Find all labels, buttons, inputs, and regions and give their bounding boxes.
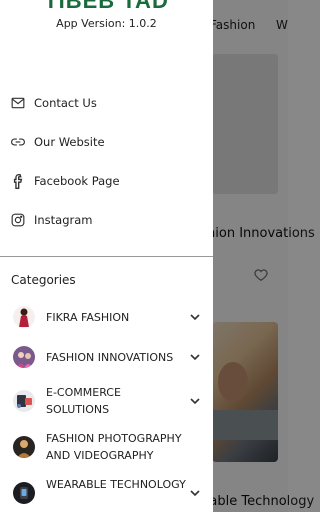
category-item-fikra-fashion[interactable]: FIKRA FASHION bbox=[0, 306, 213, 328]
categories-title: Categories bbox=[11, 273, 76, 287]
category-avatar bbox=[13, 482, 35, 504]
category-item-wearable-technology[interactable]: WEARABLE TECHNOLOGY bbox=[0, 476, 213, 510]
category-avatar bbox=[13, 436, 35, 458]
category-item-fashion-innovations[interactable]: FASHION INNOVATIONS bbox=[0, 346, 213, 368]
facebook-page-label: Facebook Page bbox=[34, 174, 120, 188]
app-name: TIBEB TAD bbox=[44, 0, 169, 13]
instagram-icon bbox=[11, 213, 25, 227]
category-label: FIKRA FASHION bbox=[46, 311, 130, 324]
contact-us-link[interactable]: Contact Us bbox=[0, 88, 213, 118]
link-icon bbox=[11, 135, 25, 149]
chevron-down-icon[interactable] bbox=[189, 395, 201, 407]
app-version: App Version: 1.0.2 bbox=[56, 17, 157, 30]
category-item-fashion-photography[interactable]: FASHION PHOTOGRAPHY AND VIDEOGRAPHY bbox=[0, 430, 213, 464]
mail-icon bbox=[11, 96, 25, 110]
category-avatar bbox=[13, 346, 35, 368]
category-label: FASHION PHOTOGRAPHY AND VIDEOGRAPHY bbox=[46, 432, 182, 462]
category-label: FASHION INNOVATIONS bbox=[46, 351, 174, 364]
navigation-drawer: TIBEB TAD App Version: 1.0.2 Contact Us … bbox=[0, 0, 213, 512]
contact-us-label: Contact Us bbox=[34, 96, 97, 110]
facebook-icon bbox=[11, 173, 25, 189]
facebook-page-link[interactable]: Facebook Page bbox=[0, 166, 213, 196]
category-label: WEARABLE TECHNOLOGY bbox=[46, 478, 186, 491]
chevron-down-icon[interactable] bbox=[189, 311, 201, 323]
our-website-label: Our Website bbox=[34, 135, 105, 149]
category-avatar bbox=[13, 306, 35, 328]
divider bbox=[0, 256, 213, 257]
chevron-down-icon[interactable] bbox=[189, 351, 201, 363]
category-item-e-commerce-solutions[interactable]: E-COMMERCE SOLUTIONS bbox=[0, 384, 213, 418]
instagram-link[interactable]: Instagram bbox=[0, 205, 213, 235]
our-website-link[interactable]: Our Website bbox=[0, 127, 213, 157]
category-label: E-COMMERCE SOLUTIONS bbox=[46, 386, 121, 416]
instagram-label: Instagram bbox=[34, 213, 93, 227]
chevron-down-icon[interactable] bbox=[189, 487, 201, 499]
category-avatar bbox=[13, 390, 35, 412]
